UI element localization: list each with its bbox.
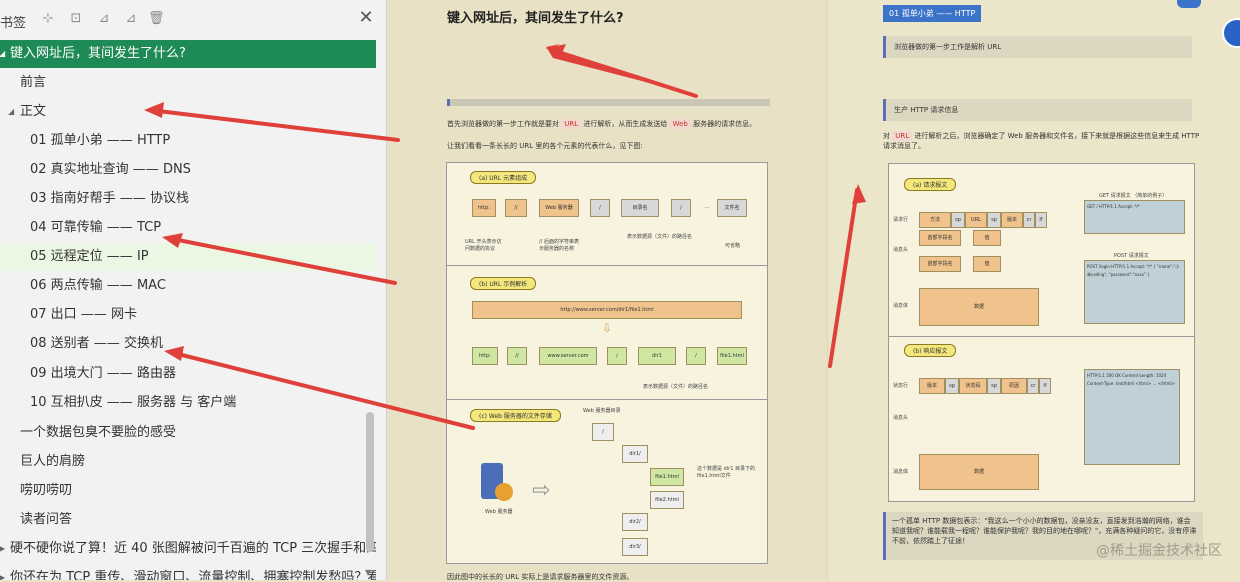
annotation-layer [144,44,866,430]
red-arrow-head [164,346,184,361]
document-viewer: 键入网址后，其间发生了什么? 首先浏览器做的第一步工作就是要对 URL 进行解析… [144,0,1240,581]
red-arrow [166,236,397,285]
watermark: @稀土掘金技术社区 [1096,543,1222,559]
red-arrow-head [144,102,164,118]
red-arrow [148,108,400,142]
red-arrow-head [162,233,183,248]
red-arrow [550,48,698,98]
red-arrow [828,188,859,368]
red-arrow-head [852,184,866,204]
red-arrow [168,350,475,430]
